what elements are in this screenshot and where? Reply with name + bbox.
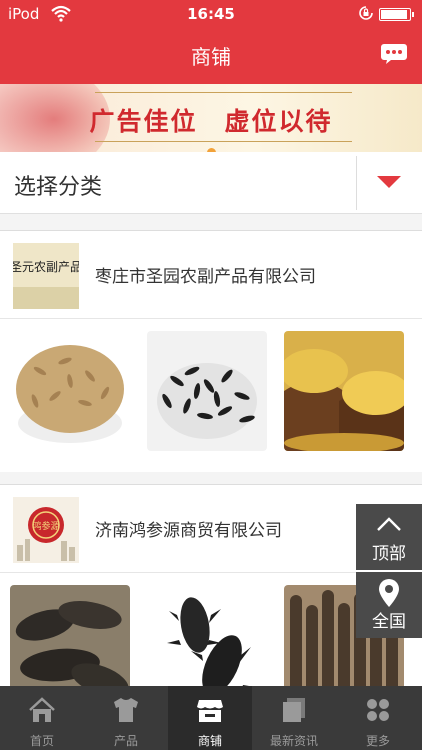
banner-text: 广告佳位 虚位以待 — [89, 107, 333, 136]
shop-icon — [197, 700, 223, 722]
ad-banner[interactable]: 广告佳位 虚位以待 — [0, 84, 422, 152]
location-pin-icon — [379, 579, 399, 607]
home-icon — [29, 697, 55, 722]
tab-shops-label: 商铺 — [197, 734, 222, 748]
tab-news-label: 最新资讯 — [269, 734, 318, 748]
message-icon[interactable] — [380, 43, 408, 65]
chevron-up-icon — [377, 517, 401, 531]
shop-card[interactable]: 圣元农副产品 枣庄市圣园农副产品有限公司 — [0, 230, 422, 472]
shop-name[interactable]: 枣庄市圣园农副产品有限公司 — [95, 262, 316, 287]
news-icon — [283, 698, 305, 722]
back-to-top-label: 顶部 — [372, 544, 406, 564]
shirt-icon — [114, 698, 138, 722]
product-image[interactable] — [10, 331, 130, 451]
shop-name[interactable]: 济南鸿参源商贸有限公司 — [95, 516, 282, 541]
nav-bar: 商铺 — [0, 28, 422, 84]
category-label: 选择分类 — [14, 175, 103, 200]
tab-products-label: 产品 — [113, 734, 138, 748]
product-image[interactable] — [147, 331, 267, 451]
category-selector[interactable]: 选择分类 — [0, 152, 422, 214]
rotation-lock-icon — [359, 6, 373, 20]
shop-logo: 鸿参源 — [13, 497, 79, 563]
back-to-top-button[interactable]: 顶部 — [356, 504, 422, 570]
tab-more[interactable]: 更多 — [336, 686, 420, 750]
region-label: 全国 — [372, 612, 406, 632]
region-button[interactable]: 全国 — [356, 572, 422, 638]
tab-products[interactable]: 产品 — [84, 686, 168, 750]
shop-header[interactable]: 圣元农副产品 枣庄市圣园农副产品有限公司 — [0, 231, 422, 319]
banner-pager[interactable] — [0, 142, 422, 152]
category-divider — [356, 156, 357, 210]
shop-logo: 圣元农副产品 — [13, 243, 79, 309]
page-title: 商铺 — [191, 45, 231, 69]
banner-rule-top — [95, 92, 352, 93]
shop-logo-text: 鸿参源 — [32, 520, 59, 532]
tab-news[interactable]: 最新资讯 — [252, 686, 336, 750]
status-bar: iPod 16:45 — [0, 0, 422, 28]
tab-bar: 首页 产品 商铺 最新资讯 更多 — [0, 686, 422, 750]
battery-icon — [379, 8, 414, 21]
tab-home[interactable]: 首页 — [0, 686, 84, 750]
tab-shops[interactable]: 商铺 — [168, 686, 252, 750]
shop-logo-text: 圣元农副产品 — [13, 260, 79, 274]
product-image[interactable] — [284, 331, 404, 451]
more-icon — [367, 699, 389, 721]
dropdown-arrow-icon[interactable] — [377, 176, 401, 188]
tab-home-label: 首页 — [29, 734, 54, 748]
tab-more-label: 更多 — [365, 734, 390, 748]
